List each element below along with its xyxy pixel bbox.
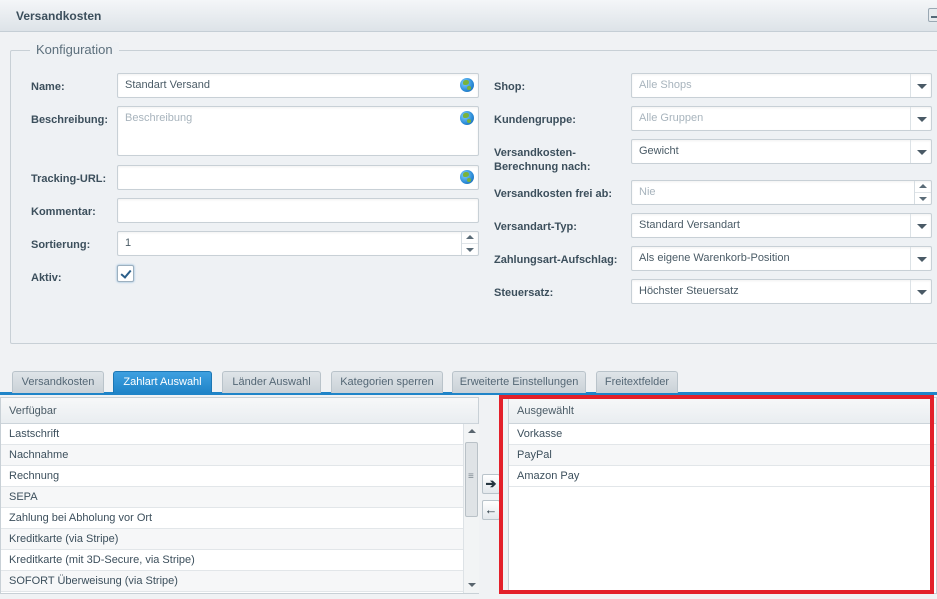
steuersatz-value: Höchster Steuersatz: [639, 285, 739, 297]
tab-freitextfelder[interactable]: Freitextfelder: [596, 371, 678, 393]
spin-down-icon[interactable]: [462, 244, 478, 256]
available-scrollbar[interactable]: [463, 424, 479, 593]
shop-placeholder: Alle Shops: [639, 79, 692, 91]
tab-laender-auswahl[interactable]: Länder Auswahl: [222, 371, 321, 393]
aufschlag-select[interactable]: Als eigene Warenkorb-Position: [631, 246, 932, 271]
name-label: Name:: [31, 81, 65, 93]
list-item[interactable]: SOFORT Überweisung (via Stripe): [1, 571, 463, 592]
versandart-typ-select[interactable]: Standard Versandart: [631, 213, 932, 238]
list-item[interactable]: Vorkasse: [509, 424, 936, 445]
steuersatz-select[interactable]: Höchster Steuersatz: [631, 279, 932, 304]
chevron-down-icon[interactable]: [910, 280, 932, 303]
list-item[interactable]: Amazon Pay: [509, 466, 936, 487]
list-item[interactable]: Kreditkarte (via Stripe): [1, 529, 463, 550]
berechnung-select[interactable]: Gewicht: [631, 139, 932, 164]
beschreibung-textarea[interactable]: Beschreibung: [117, 106, 479, 156]
scroll-up-icon[interactable]: [464, 424, 479, 438]
aufschlag-value: Als eigene Warenkorb-Position: [639, 252, 790, 264]
tracking-url-input[interactable]: [117, 165, 479, 190]
aktiv-label: Aktiv:: [31, 272, 62, 284]
list-item[interactable]: Kreditkarte (mit 3D-Secure, via Stripe): [1, 550, 463, 571]
chevron-down-icon[interactable]: [910, 107, 932, 130]
chevron-down-icon[interactable]: [910, 74, 932, 97]
tab-kategorien-sperren[interactable]: Kategorien sperren: [331, 371, 443, 393]
add-selected-button[interactable]: ➔: [482, 474, 500, 494]
aufschlag-label: Zahlungsart-Aufschlag:: [494, 254, 618, 266]
berechnung-label-line1: Versandkosten-: [494, 147, 576, 159]
shop-select[interactable]: Alle Shops: [631, 73, 932, 98]
tab-zahlart-auswahl[interactable]: Zahlart Auswahl: [113, 371, 212, 393]
window-header: Versandkosten: [0, 0, 937, 32]
translation-globe-icon[interactable]: [460, 78, 474, 92]
frei-ab-label: Versandkosten frei ab:: [494, 188, 612, 200]
beschreibung-placeholder: Beschreibung: [125, 112, 193, 124]
scroll-down-icon[interactable]: [464, 578, 479, 592]
chevron-down-icon[interactable]: [910, 247, 932, 270]
sortierung-value: 1: [125, 237, 132, 249]
chevron-down-icon[interactable]: [910, 214, 932, 237]
name-value: Standart Versand: [125, 79, 211, 91]
frei-ab-placeholder: Nie: [639, 186, 656, 198]
kundengruppe-placeholder: Alle Gruppen: [639, 112, 704, 124]
kommentar-label: Kommentar:: [31, 206, 96, 218]
list-item[interactable]: SEPA: [1, 487, 463, 508]
shop-label: Shop:: [494, 81, 526, 93]
name-input[interactable]: Standart Versand: [117, 73, 479, 98]
steuersatz-label: Steuersatz:: [494, 287, 554, 299]
beschreibung-label: Beschreibung:: [31, 114, 109, 126]
translation-globe-icon[interactable]: [460, 111, 474, 125]
list-item[interactable]: Zahlung bei Abholung vor Ort: [1, 508, 463, 529]
sortierung-spinner[interactable]: [461, 232, 478, 256]
kundengruppe-select[interactable]: Alle Gruppen: [631, 106, 932, 131]
tracking-url-label: Tracking-URL:: [31, 173, 107, 185]
kundengruppe-label: Kundengruppe:: [494, 114, 576, 126]
versandart-typ-value: Standard Versandart: [639, 219, 740, 231]
sortierung-number-field[interactable]: 1: [117, 231, 479, 256]
scrollbar-thumb[interactable]: [465, 442, 478, 517]
tab-erweiterte-einstellungen[interactable]: Erweiterte Einstellungen: [452, 371, 586, 393]
berechnung-label-line2: Berechnung nach:: [494, 161, 591, 173]
available-grid: Verfügbar Lastschrift Nachnahme Rechnung…: [0, 397, 479, 594]
frei-ab-spinner[interactable]: [914, 181, 931, 205]
spin-up-icon[interactable]: [915, 181, 931, 193]
fieldset-legend: Konfiguration: [30, 42, 119, 57]
list-item[interactable]: Rechnung: [1, 466, 463, 487]
minimize-icon[interactable]: [928, 8, 937, 22]
list-item[interactable]: PayPal: [509, 445, 936, 466]
frei-ab-number-field[interactable]: Nie: [631, 180, 932, 205]
available-grid-header: Verfügbar: [1, 398, 478, 424]
sortierung-label: Sortierung:: [31, 239, 91, 251]
tab-versandkosten[interactable]: Versandkosten: [12, 371, 104, 393]
translation-globe-icon[interactable]: [460, 170, 474, 184]
berechnung-label: Versandkosten- Berechnung nach:: [494, 146, 591, 174]
list-item[interactable]: Lastschrift: [1, 424, 463, 445]
selected-grid: Ausgewählt Vorkasse PayPal Amazon Pay: [508, 397, 937, 594]
kommentar-input[interactable]: [117, 198, 479, 223]
spin-down-icon[interactable]: [915, 193, 931, 205]
berechnung-value: Gewicht: [639, 145, 679, 157]
window-title: Versandkosten: [16, 9, 102, 23]
list-item[interactable]: Nachnahme: [1, 445, 463, 466]
chevron-down-icon[interactable]: [910, 140, 932, 163]
spin-up-icon[interactable]: [462, 232, 478, 244]
versandart-typ-label: Versandart-Typ:: [494, 221, 577, 233]
remove-selected-button[interactable]: ←: [482, 500, 500, 520]
aktiv-checkbox[interactable]: [117, 265, 134, 282]
selected-grid-header: Ausgewählt: [509, 398, 936, 424]
